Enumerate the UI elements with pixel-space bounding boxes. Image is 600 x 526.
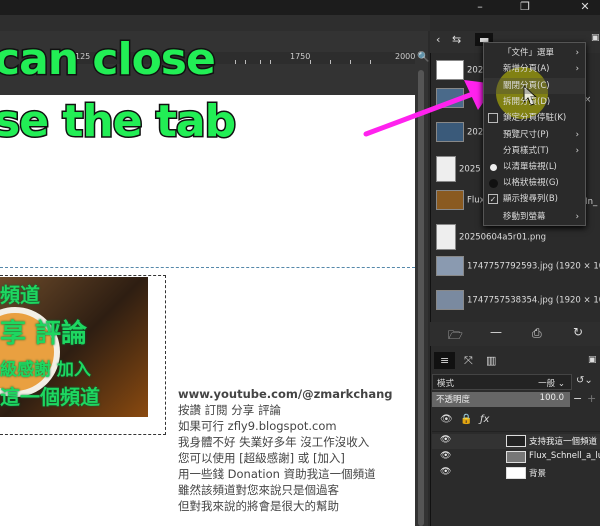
menu-bar: [0, 15, 430, 31]
channels-tab-icon[interactable]: ▥: [486, 354, 496, 367]
layers-header: 👁 🔒 ƒx: [432, 410, 600, 432]
image-list-item[interactable]: 1747757538354.jpg (1920 × 1080): [436, 290, 600, 316]
menu-item-grid-view[interactable]: 以格狀檢視(G): [484, 175, 585, 191]
info-text: www.youtube.com/@zmarkchang 按讚 訂閱 分享 評論 如果…: [178, 387, 393, 513]
menu-item-lock-tab[interactable]: 鎖定分頁停駐(K): [484, 110, 585, 126]
photo-text: 頻道: [0, 283, 40, 307]
image-list-item[interactable]: 20252): [436, 60, 585, 86]
image-list-item[interactable]: Flux_ F_In_: [436, 190, 597, 216]
photo-text: 級感謝 加入: [0, 360, 91, 380]
open-image-icon[interactable]: 🗁: [448, 326, 463, 347]
menu-item-document-menu[interactable]: 「文件」選單 ›: [484, 45, 585, 61]
visibility-icon: 👁: [440, 414, 453, 425]
menu-item-tab-style[interactable]: 分頁樣式(T) ›: [484, 143, 585, 159]
layers-tabs: ≡ ⤧ ▥ ▣: [430, 350, 600, 372]
menu-item-add-tab[interactable]: 新增分頁(A) ›: [484, 61, 585, 77]
layer-row[interactable]: 👁 支持我這一個頻道 ...: [432, 434, 600, 449]
minimize-button[interactable]: –: [465, 0, 495, 15]
tab-context-menu: 「文件」選單 › 新增分頁(A) › 關閉分頁(C) 拆開分頁(D) 鎖定分頁停駐(…: [483, 42, 586, 226]
eye-icon[interactable]: 👁: [440, 467, 451, 477]
menu-item-preview-size[interactable]: 預覽尺寸(P) ›: [484, 127, 585, 143]
increase-button[interactable]: +: [587, 392, 596, 405]
undo-history-tab-icon[interactable]: ⇆: [452, 33, 461, 46]
panel-menu-icon[interactable]: ▣: [588, 355, 597, 365]
image-tools-bar: 🗁 — ⎙ ↻: [430, 322, 600, 346]
reset-icon[interactable]: ↺⌄: [576, 375, 593, 386]
eye-icon[interactable]: 👁: [440, 435, 451, 445]
chevron-left-icon[interactable]: ‹: [436, 33, 440, 46]
mode-select[interactable]: 模式 一般 ⌄: [432, 374, 572, 390]
layers-tab-icon[interactable]: ≡: [434, 352, 456, 369]
delete-icon[interactable]: ⎙: [532, 326, 542, 341]
panel-menu-icon[interactable]: ▣: [591, 33, 600, 43]
menu-item-list-view[interactable]: 以清單檢視(L): [484, 159, 585, 175]
layer-row[interactable]: 👁 背景: [432, 466, 600, 481]
overlay-caption-1: can close: [0, 33, 217, 87]
image-list-item[interactable]: 2025: [436, 156, 481, 182]
fx-icon: ƒx: [480, 414, 490, 425]
opacity-slider[interactable]: 不透明度 100.0: [432, 392, 570, 407]
ruler-label: 1750: [290, 52, 311, 61]
close-window-button[interactable]: ✕: [570, 0, 600, 15]
image-list-item[interactable]: 20250604a5r01.png: [436, 224, 546, 250]
menu-item-close-tab[interactable]: 關閉分頁(C): [484, 78, 585, 94]
photo-layer: 頻道 享 評論 級感謝 加入 這一個頻道: [0, 277, 148, 417]
photo-text: 享 評論: [0, 319, 88, 349]
eye-icon[interactable]: 👁: [440, 451, 451, 461]
layer-row[interactable]: 👁Flux_Schnell_a_lusl: [432, 450, 600, 465]
image-list-item[interactable]: 1747757792593.jpg (1920 × 1080): [436, 256, 600, 282]
lock-icon: 🔒: [460, 414, 473, 425]
overlay-caption-2: se the tab: [0, 95, 238, 149]
maximize-button[interactable]: ❐: [510, 0, 540, 15]
guide-line: [0, 267, 415, 268]
zoom-icon[interactable]: 🔍: [417, 52, 429, 63]
vertical-scrollbar[interactable]: [418, 70, 424, 526]
remove-icon[interactable]: —: [490, 325, 502, 339]
image-list-item[interactable]: 4 ×: [436, 88, 591, 114]
refresh-icon[interactable]: ↻: [573, 325, 583, 339]
ruler-label: 2000: [395, 52, 416, 61]
menu-item-show-search[interactable]: ✓ 顯示搜尋列(B): [484, 191, 585, 207]
image-list-item[interactable]: 2025: [436, 122, 489, 148]
paths-tab-icon[interactable]: ⤧: [464, 354, 473, 368]
photo-text: 這一個頻道: [0, 385, 100, 409]
menu-item-detach-tab[interactable]: 拆開分頁(D): [484, 94, 585, 110]
decrease-button[interactable]: −: [573, 392, 582, 405]
menu-item-move-to-screen[interactable]: 移動到螢幕 ›: [484, 209, 585, 225]
